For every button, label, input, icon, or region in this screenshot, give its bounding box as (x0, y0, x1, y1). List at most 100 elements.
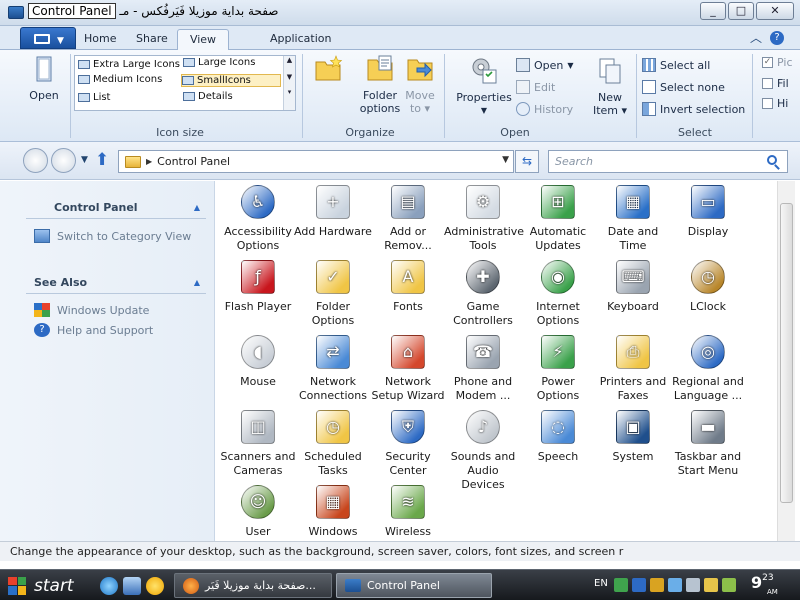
control-panel-item[interactable]: ⊞ Automatic Updates (519, 185, 597, 253)
control-panel-item[interactable]: ⎙ Printers and Faxes (594, 335, 672, 403)
language-indicator[interactable]: EN (594, 578, 608, 589)
address-dropdown-icon[interactable]: ▼ (502, 155, 509, 165)
control-panel-item[interactable]: ▦ Date and Time (594, 185, 672, 253)
control-panel-item[interactable]: ♪ Sounds and Audio Devices (444, 410, 522, 492)
new-item-button[interactable]: New Item ▾ (590, 56, 630, 117)
see-also-section-header[interactable]: See Also ▲ (26, 276, 206, 294)
close-button[interactable]: ✕ (756, 2, 794, 20)
windows-update-link[interactable]: Windows Update (34, 303, 149, 317)
control-panel-item[interactable]: ◷ Scheduled Tasks (294, 410, 372, 478)
refresh-button[interactable]: ⇆ (515, 150, 539, 173)
control-panel-item[interactable]: ⌨ Keyboard (594, 260, 672, 314)
invert-selection-button[interactable]: Invert selection (642, 102, 745, 116)
window-icon[interactable] (8, 6, 24, 19)
control-panel-item[interactable]: ◖ Mouse (219, 335, 297, 389)
tray-tools-icon[interactable] (704, 578, 718, 592)
history-button[interactable]: History (516, 102, 573, 116)
layout-medium[interactable]: Medium Icons (78, 74, 162, 85)
tray-volume-icon[interactable] (686, 578, 700, 592)
history-dropdown-icon[interactable]: ▼ (81, 155, 88, 165)
address-bar[interactable]: ▶ Control Panel ▼ (118, 150, 514, 173)
control-panel-item[interactable]: ✚ Game Controllers (444, 260, 522, 328)
move-to-button[interactable]: Move to ▾ (402, 54, 438, 115)
clock[interactable]: 923 AM (751, 573, 797, 596)
tab-share[interactable]: Share (130, 29, 174, 50)
control-panel-item[interactable]: ♿ Accessibility Options (219, 185, 297, 253)
tray-network-icon[interactable] (614, 578, 628, 592)
ie-quicklaunch-icon[interactable] (100, 577, 118, 595)
select-all-button[interactable]: Select all (642, 58, 710, 72)
control-panel-item[interactable]: ☎ Phone and Modem ... (444, 335, 522, 403)
taskbar-item-control-panel[interactable]: Control Panel (336, 573, 492, 598)
control-panel-item[interactable]: ☺ User (219, 485, 297, 539)
tray-security-icon[interactable] (632, 578, 646, 592)
help-support-link[interactable]: ? Help and Support (34, 323, 153, 337)
back-button[interactable] (23, 148, 48, 173)
application-menu-button[interactable]: ▼ (20, 27, 76, 49)
layout-small[interactable]: SmallIcons (181, 74, 281, 87)
breadcrumb-arrow-icon[interactable]: ▶ (146, 157, 152, 166)
new-folder-button[interactable] (308, 54, 348, 89)
show-file-ext-checkbox[interactable]: Fil (762, 77, 789, 90)
open-pane-button[interactable]: Open (24, 54, 64, 102)
switch-category-view-link[interactable]: Switch to Category View (34, 229, 191, 243)
folder-options-button[interactable]: Folder options (356, 54, 404, 115)
control-panel-item[interactable]: ▤ Add or Remov... (369, 185, 447, 253)
up-arrow-icon[interactable]: ⬆ (95, 150, 111, 170)
show-desktop-icon[interactable] (123, 577, 141, 595)
forward-button[interactable] (51, 148, 76, 173)
show-hidden-checkbox[interactable]: Hi (762, 97, 788, 110)
tab-view[interactable]: View (177, 29, 229, 50)
layout-list[interactable]: List (78, 92, 110, 103)
tray-keyboard-icon[interactable] (668, 578, 682, 592)
collapse-icon[interactable]: ▲ (194, 203, 200, 212)
ribbon-minimize-icon[interactable]: ︿ (750, 29, 762, 46)
tray-app-icon[interactable] (650, 578, 664, 592)
tab-home[interactable]: Home (78, 29, 122, 50)
search-icon[interactable] (767, 155, 777, 165)
edit-button[interactable]: Edit (516, 80, 555, 94)
layout-details[interactable]: Details (183, 91, 233, 102)
control-panel-item[interactable]: ▣ System (594, 410, 672, 464)
control-panel-item[interactable]: ⇄ Network Connections (294, 335, 372, 403)
show-pictures-checkbox[interactable]: ✓ Pic (762, 56, 793, 69)
control-panel-item[interactable]: ≋ Wireless (369, 485, 447, 539)
open-button[interactable]: Open ▼ (516, 58, 574, 72)
collapse-icon[interactable]: ▲ (194, 278, 200, 287)
control-panel-item[interactable]: ◎ Regional and Language ... (669, 335, 747, 403)
control-panel-item[interactable]: ⌂ Network Setup Wizard (369, 335, 447, 403)
layout-extra-large[interactable]: Extra Large Icons (78, 59, 180, 70)
breadcrumb[interactable]: Control Panel (157, 155, 230, 168)
control-panel-item[interactable]: ▬ Taskbar and Start Menu (669, 410, 747, 478)
control-panel-item[interactable]: ◉ Internet Options (519, 260, 597, 328)
control-panel-item[interactable]: A Fonts (369, 260, 447, 314)
tab-application[interactable]: Application (264, 29, 337, 50)
control-panel-item[interactable]: ▭ Display (669, 185, 747, 239)
select-none-button[interactable]: Select none (642, 80, 725, 94)
title-bar[interactable]: Control Panel صفحة بداية موزيلا فَيَرفُك… (0, 0, 800, 26)
control-panel-item[interactable]: ⚙ Administrative Tools (444, 185, 524, 253)
help-icon[interactable]: ? (770, 31, 784, 45)
vertical-scrollbar[interactable] (777, 181, 795, 541)
control-panel-item[interactable]: ƒ Flash Player (219, 260, 297, 314)
layout-large[interactable]: Large Icons (183, 57, 255, 68)
minimize-button[interactable]: _ (700, 2, 726, 20)
control-panel-item[interactable]: ◌ Speech (519, 410, 597, 464)
control-panel-item[interactable]: ⛨ Security Center (369, 410, 447, 478)
maximize-button[interactable]: □ (728, 2, 754, 20)
properties-button[interactable]: Properties ▼ (454, 56, 514, 117)
control-panel-item[interactable]: ◫ Scanners and Cameras (219, 410, 297, 478)
control-panel-item[interactable]: ⚡ Power Options (519, 335, 597, 403)
messenger-icon[interactable] (146, 577, 164, 595)
search-input[interactable]: Search (548, 150, 788, 173)
scroll-thumb[interactable] (780, 203, 793, 503)
taskbar-item-firefox[interactable]: صفحة بداية موزيلا فَيَر... (174, 573, 332, 598)
control-panel-item[interactable]: ▦ Windows (294, 485, 372, 539)
control-panel-item[interactable]: ✓ Folder Options (294, 260, 372, 328)
control-panel-section-header[interactable]: Control Panel ▲ (26, 201, 206, 219)
gallery-scroll[interactable]: ▲ ▼ ▾ (283, 56, 295, 110)
icon-size-gallery[interactable]: Extra Large Icons Large Icons Medium Ico… (74, 55, 296, 111)
control-panel-item[interactable]: ◷ LClock (669, 260, 747, 314)
control-panel-item[interactable]: + Add Hardware (294, 185, 372, 239)
tray-misc-icon[interactable] (722, 578, 736, 592)
